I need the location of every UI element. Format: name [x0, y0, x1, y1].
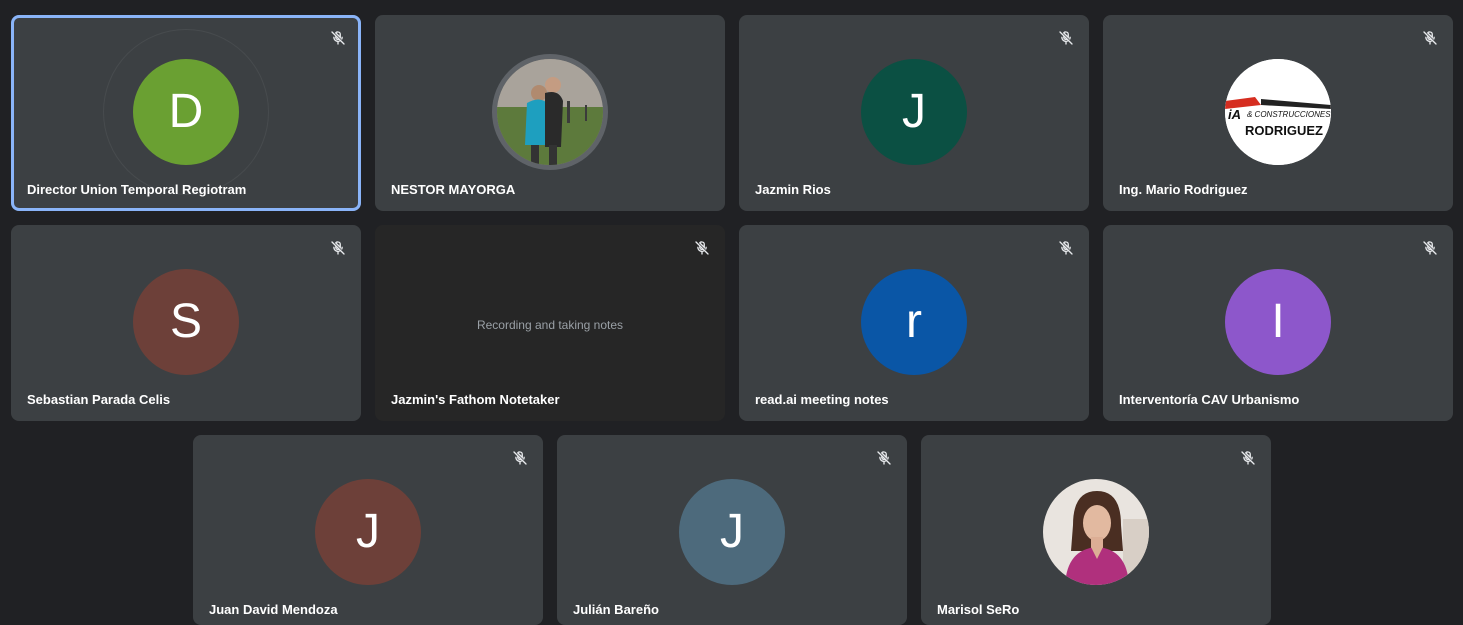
- participant-name: Director Union Temporal Regiotram: [27, 182, 247, 197]
- meeting-grid: D Director Union Temporal Regiotram NEST…: [0, 0, 1463, 625]
- participant-tile-director-union[interactable]: D Director Union Temporal Regiotram: [11, 15, 361, 211]
- avatar: J: [861, 59, 967, 165]
- participant-tile-jazmin-rios[interactable]: J Jazmin Rios: [739, 15, 1089, 211]
- participant-tile-fathom-notetaker[interactable]: Recording and taking notes Jazmin's Fath…: [375, 225, 725, 421]
- participant-name: Jazmin's Fathom Notetaker: [391, 392, 560, 407]
- participant-name: Sebastian Parada Celis: [27, 392, 171, 407]
- mic-off-icon: [1241, 451, 1255, 465]
- mic-off-icon: [1423, 241, 1437, 255]
- svg-text:& CONSTRUCCIONES: & CONSTRUCCIONES: [1247, 110, 1331, 119]
- svg-text:RODRIGUEZ: RODRIGUEZ: [1245, 123, 1323, 138]
- avatar: r: [861, 269, 967, 375]
- mic-off-icon: [695, 241, 709, 255]
- avatar: J: [315, 479, 421, 585]
- participant-name: NESTOR MAYORGA: [391, 182, 516, 197]
- participant-name: Ing. Mario Rodriguez: [1119, 182, 1248, 197]
- avatar: S: [133, 269, 239, 375]
- participant-tile-sebastian-parada[interactable]: S Sebastian Parada Celis: [11, 225, 361, 421]
- avatar: D: [133, 59, 239, 165]
- participant-name: Jazmin Rios: [755, 182, 831, 197]
- mic-off-icon: [1059, 241, 1073, 255]
- mic-off-icon: [331, 31, 345, 45]
- photo-couple-icon: [497, 59, 603, 165]
- recording-status: Recording and taking notes: [476, 318, 624, 332]
- participant-tile-marisol-sero[interactable]: Marisol SeRo: [921, 435, 1271, 625]
- participant-name: Juan David Mendoza: [209, 602, 338, 617]
- avatar: I: [1225, 269, 1331, 375]
- participant-name: read.ai meeting notes: [755, 392, 889, 407]
- participant-tile-julian-bareno[interactable]: J Julián Bareño: [557, 435, 907, 625]
- participant-name: Marisol SeRo: [937, 602, 1020, 617]
- svg-text:iA: iA: [1228, 107, 1241, 122]
- participant-tile-interventoria-cav[interactable]: I Interventoría CAV Urbanismo: [1103, 225, 1453, 421]
- participant-tile-mario-rodriguez[interactable]: iA & CONSTRUCCIONES RODRIGUEZ Ing. Mario…: [1103, 15, 1453, 211]
- mic-off-icon: [1423, 31, 1437, 45]
- mic-off-icon: [1059, 31, 1073, 45]
- mic-off-icon: [331, 241, 345, 255]
- mic-off-icon: [877, 451, 891, 465]
- participant-name: Interventoría CAV Urbanismo: [1119, 392, 1300, 407]
- photo-woman-icon: [1043, 479, 1149, 585]
- construction-logo-icon: iA & CONSTRUCCIONES RODRIGUEZ: [1225, 59, 1331, 165]
- participant-tile-nestor-mayorga[interactable]: NESTOR MAYORGA: [375, 15, 725, 211]
- participant-tile-read-ai[interactable]: r read.ai meeting notes: [739, 225, 1089, 421]
- participant-tile-juan-david-mendoza[interactable]: J Juan David Mendoza: [193, 435, 543, 625]
- avatar: J: [679, 479, 785, 585]
- mic-off-icon: [513, 451, 527, 465]
- participant-name: Julián Bareño: [573, 602, 659, 617]
